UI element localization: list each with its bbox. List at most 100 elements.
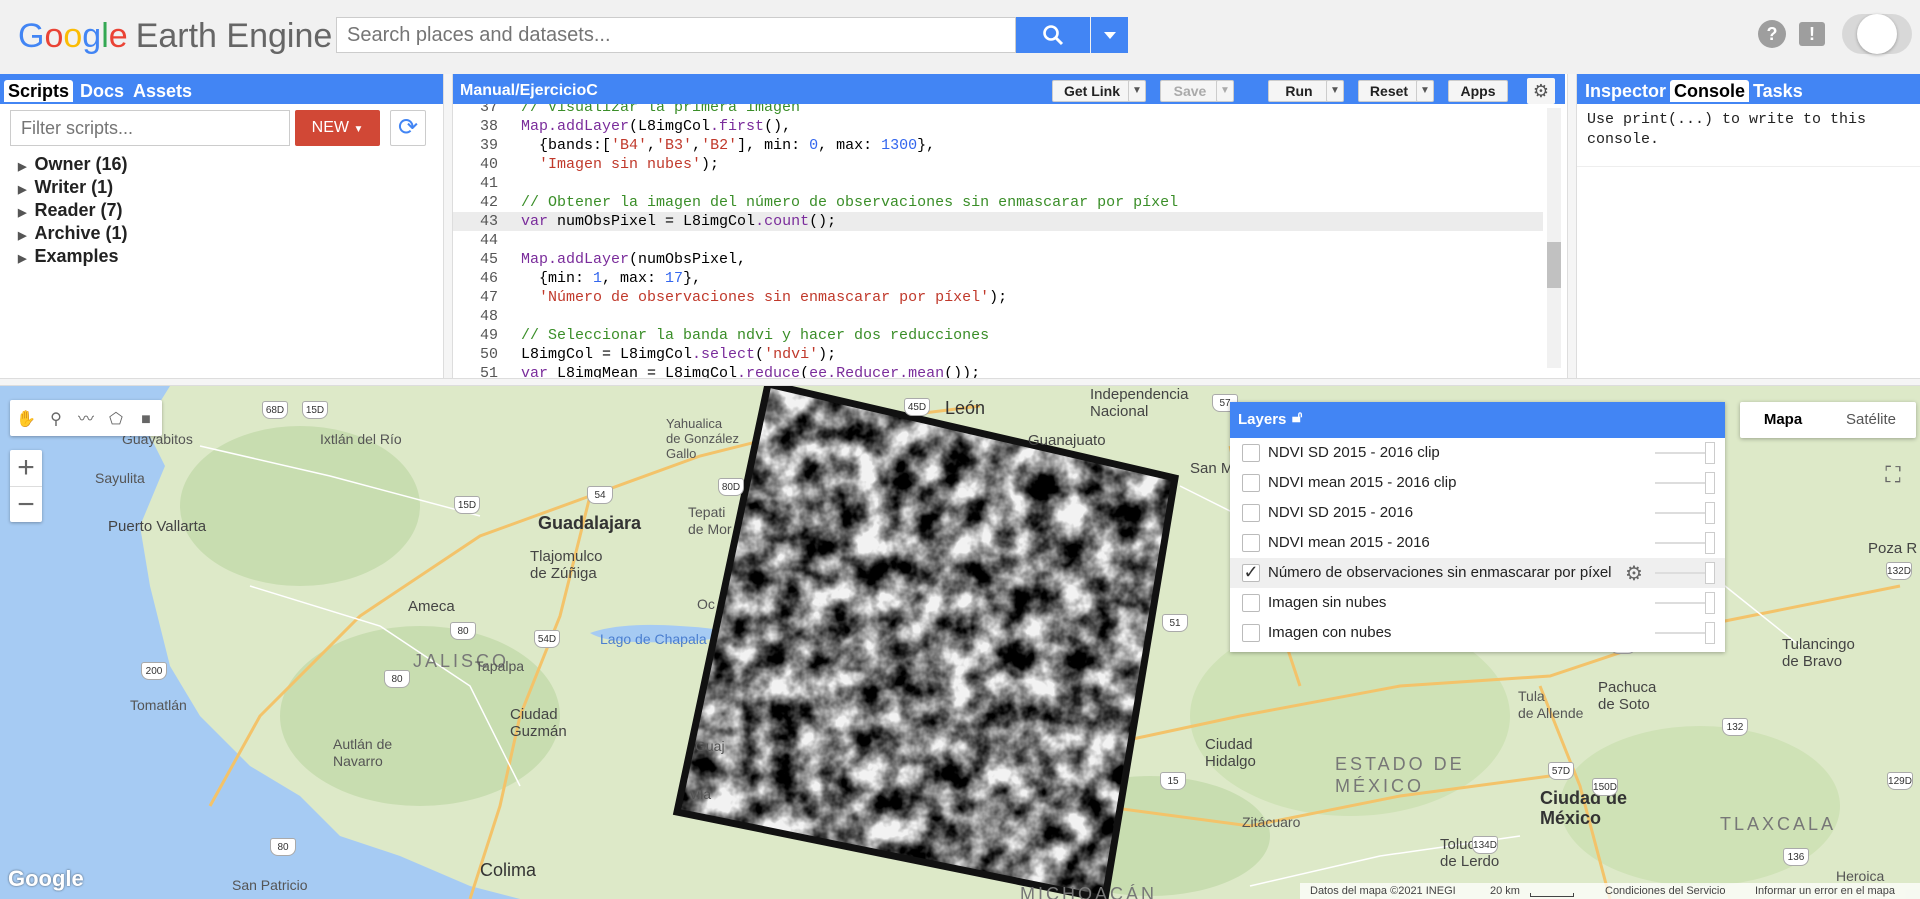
layer-row[interactable]: NDVI mean 2015 - 2016 — [1230, 528, 1725, 558]
line-number: 51 — [479, 365, 498, 378]
opacity-slider-handle[interactable] — [1705, 502, 1715, 524]
search-input[interactable] — [336, 17, 1016, 53]
layer-checkbox[interactable] — [1242, 534, 1260, 552]
code-line[interactable]: 47 'Número de observaciones sin enmascar… — [453, 288, 1543, 307]
opacity-slider-handle[interactable] — [1705, 532, 1715, 554]
tree-item-examples[interactable]: ▶ Examples — [18, 246, 119, 267]
reset-button[interactable]: Reset — [1358, 80, 1420, 102]
code-line[interactable]: 40 'Imagen sin nubes'); — [453, 155, 1543, 174]
marker-icon[interactable]: ⚲ — [44, 408, 68, 432]
line-icon[interactable]: 〰 — [74, 408, 98, 432]
code-line[interactable]: 44 — [453, 231, 1543, 250]
layer-checkbox[interactable] — [1242, 474, 1260, 492]
new-script-button[interactable]: NEW ▼ — [295, 110, 380, 146]
code-line[interactable]: 39 {bands:['B4','B3','B2'], min: 0, max:… — [453, 136, 1543, 155]
tab-assets[interactable]: Assets — [129, 80, 196, 102]
settings-gear-icon[interactable]: ⚙ — [1527, 78, 1555, 104]
report-error-link[interactable]: Informar un error en el mapa — [1755, 883, 1895, 899]
avatar[interactable] — [1857, 14, 1897, 54]
code-line[interactable]: 42 // Obtener la imagen del número de obs… — [453, 193, 1543, 212]
fullscreen-icon[interactable]: ⛶ — [1876, 458, 1910, 492]
code-text: // Visualizar la primera imagen — [521, 104, 801, 116]
code-line[interactable]: 38 Map.addLayer(L8imgCol.first(), — [453, 117, 1543, 136]
opacity-slider-handle[interactable] — [1705, 562, 1715, 584]
get-link-button[interactable]: Get Link — [1052, 80, 1132, 102]
line-number: 42 — [479, 194, 498, 211]
opacity-slider-handle[interactable] — [1705, 622, 1715, 644]
lock-icon[interactable]: 🔓︎ — [1292, 409, 1302, 427]
code-line[interactable]: 50 L8imgCol = L8imgCol.select('ndvi'); — [453, 345, 1543, 364]
layer-row[interactable]: NDVI SD 2015 - 2016 — [1230, 498, 1725, 528]
code-line[interactable]: 43 var numObsPixel = L8imgCol.count(); — [453, 212, 1543, 231]
code-editor[interactable]: 37 // Visualizar la primera imagen 38 Map.a… — [453, 104, 1565, 378]
reset-dropdown[interactable]: ▼ — [1416, 80, 1434, 102]
zoom-in-button[interactable]: + — [10, 450, 42, 485]
layer-checkbox[interactable] — [1242, 624, 1260, 642]
line-number: 39 — [479, 137, 498, 154]
help-icon[interactable]: ? — [1758, 20, 1786, 48]
opacity-slider-handle[interactable] — [1705, 472, 1715, 494]
layer-row[interactable]: ✓ Número de observaciones sin enmascarar … — [1230, 558, 1725, 588]
code-line[interactable]: 51 var L8imgMean = L8imgCol.reduce(ee.Red… — [453, 364, 1543, 378]
code-line[interactable]: 37 // Visualizar la primera imagen — [453, 104, 1543, 117]
map-label-city: Tula de Allende — [1518, 688, 1584, 721]
highway-shield: 54 — [587, 486, 613, 504]
pan-hand-icon[interactable]: ✋ — [14, 408, 38, 432]
line-number: 41 — [479, 175, 498, 192]
refresh-icon[interactable]: ⟳ — [390, 110, 426, 146]
tab-docs[interactable]: Docs — [76, 80, 128, 102]
panel-resize-handle-left[interactable] — [443, 74, 453, 378]
search-button[interactable] — [1016, 17, 1090, 53]
new-label: NEW — [311, 119, 349, 136]
layer-row[interactable]: Imagen con nubes — [1230, 618, 1725, 648]
save-button[interactable]: Save — [1160, 80, 1220, 102]
tree-item-reader[interactable]: ▶ Reader (7) — [18, 200, 123, 221]
map-type-map-button[interactable]: Mapa — [1740, 402, 1826, 438]
layer-checkbox[interactable]: ✓ — [1242, 563, 1260, 582]
code-line[interactable]: 45 Map.addLayer(numObsPixel, — [453, 250, 1543, 269]
rectangle-icon[interactable]: ■ — [134, 408, 158, 432]
tab-inspector[interactable]: Inspector — [1581, 80, 1670, 102]
layer-settings-gear-icon[interactable]: ⚙ — [1625, 561, 1643, 586]
layers-header[interactable]: Layers 🔓︎ — [1230, 402, 1725, 438]
code-line[interactable]: 41 — [453, 174, 1543, 193]
terms-link[interactable]: Condiciones del Servicio — [1605, 883, 1725, 899]
layer-row[interactable]: NDVI SD 2015 - 2016 clip — [1230, 438, 1725, 468]
tree-item-writer[interactable]: ▶ Writer (1) — [18, 177, 113, 198]
layer-checkbox[interactable] — [1242, 504, 1260, 522]
search-options-button[interactable] — [1091, 17, 1128, 53]
earth-engine-logo[interactable]: Google Earth Engine — [18, 16, 332, 56]
layer-checkbox[interactable] — [1242, 444, 1260, 462]
code-line[interactable]: 46 {min: 1, max: 17}, — [453, 269, 1543, 288]
panel-resize-handle-right[interactable] — [1567, 74, 1577, 378]
polygon-icon[interactable]: ⬠ — [104, 408, 128, 432]
map-type-satellite-button[interactable]: Satélite — [1826, 402, 1916, 438]
editor-scrollbar[interactable] — [1547, 108, 1561, 368]
apps-button[interactable]: Apps — [1448, 80, 1508, 102]
opacity-slider-handle[interactable] — [1705, 592, 1715, 614]
run-dropdown[interactable]: ▼ — [1326, 80, 1344, 102]
code-line[interactable]: 49 // Seleccionar la banda ndvi y hacer d… — [453, 326, 1543, 345]
zoom-out-button[interactable]: − — [10, 486, 42, 521]
filter-scripts-input[interactable] — [10, 110, 290, 146]
highway-shield: 80 — [270, 838, 296, 856]
line-number: 43 — [479, 213, 498, 230]
run-button[interactable]: Run — [1268, 80, 1330, 102]
highway-shield: 80 — [450, 622, 476, 640]
tab-scripts[interactable]: Scripts — [4, 80, 74, 102]
code-text: var L8imgMean = L8imgCol.reduce(ee.Reduc… — [521, 365, 981, 378]
tree-item-owner[interactable]: ▶ Owner (16) — [18, 154, 128, 175]
editor-scrollbar-thumb[interactable] — [1547, 242, 1561, 288]
get-link-dropdown[interactable]: ▼ — [1128, 80, 1146, 102]
save-dropdown[interactable]: ▼ — [1216, 80, 1234, 102]
feedback-icon[interactable]: ! — [1799, 22, 1825, 46]
code-line[interactable]: 48 — [453, 307, 1543, 326]
tab-console[interactable]: Console — [1670, 80, 1750, 102]
tree-item-archive[interactable]: ▶ Archive (1) — [18, 223, 128, 244]
tab-tasks[interactable]: Tasks — [1749, 80, 1807, 102]
layer-row[interactable]: Imagen sin nubes — [1230, 588, 1725, 618]
opacity-slider-handle[interactable] — [1705, 442, 1715, 464]
layer-checkbox[interactable] — [1242, 594, 1260, 612]
layer-row[interactable]: NDVI mean 2015 - 2016 clip — [1230, 468, 1725, 498]
map-resize-handle[interactable] — [0, 378, 1920, 386]
